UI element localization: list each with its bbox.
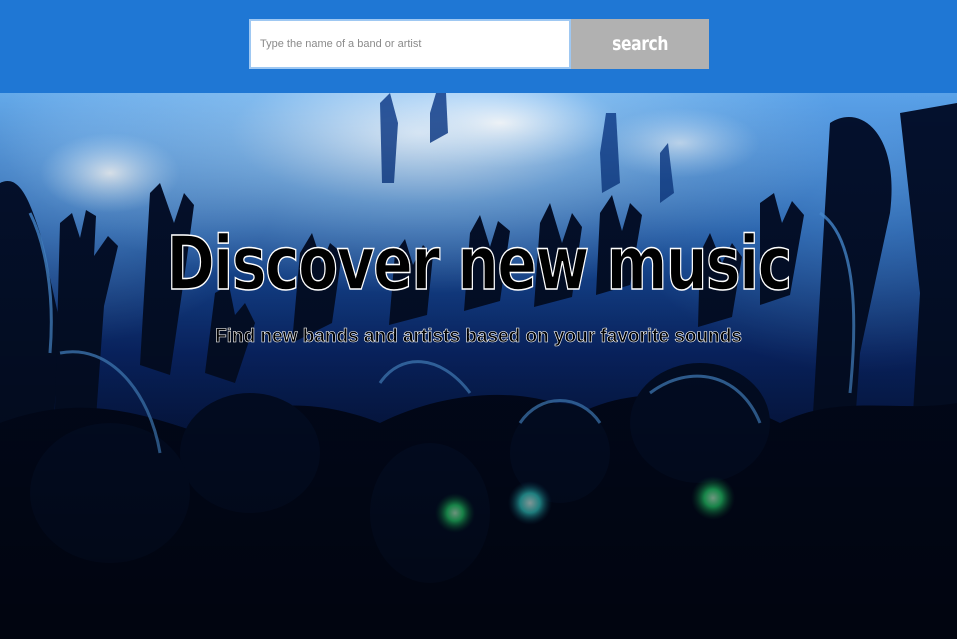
search-input[interactable] <box>249 19 571 69</box>
hero-section: Discover new music Find new bands and ar… <box>0 93 957 639</box>
hero-subtitle: Find new bands and artists based on your… <box>215 326 742 348</box>
search-button-label: search <box>612 33 668 55</box>
top-search-bar: search <box>0 0 957 93</box>
concert-crowd-image <box>0 93 957 639</box>
hero-title: Discover new music <box>166 221 793 307</box>
search-button[interactable]: search <box>571 19 709 69</box>
